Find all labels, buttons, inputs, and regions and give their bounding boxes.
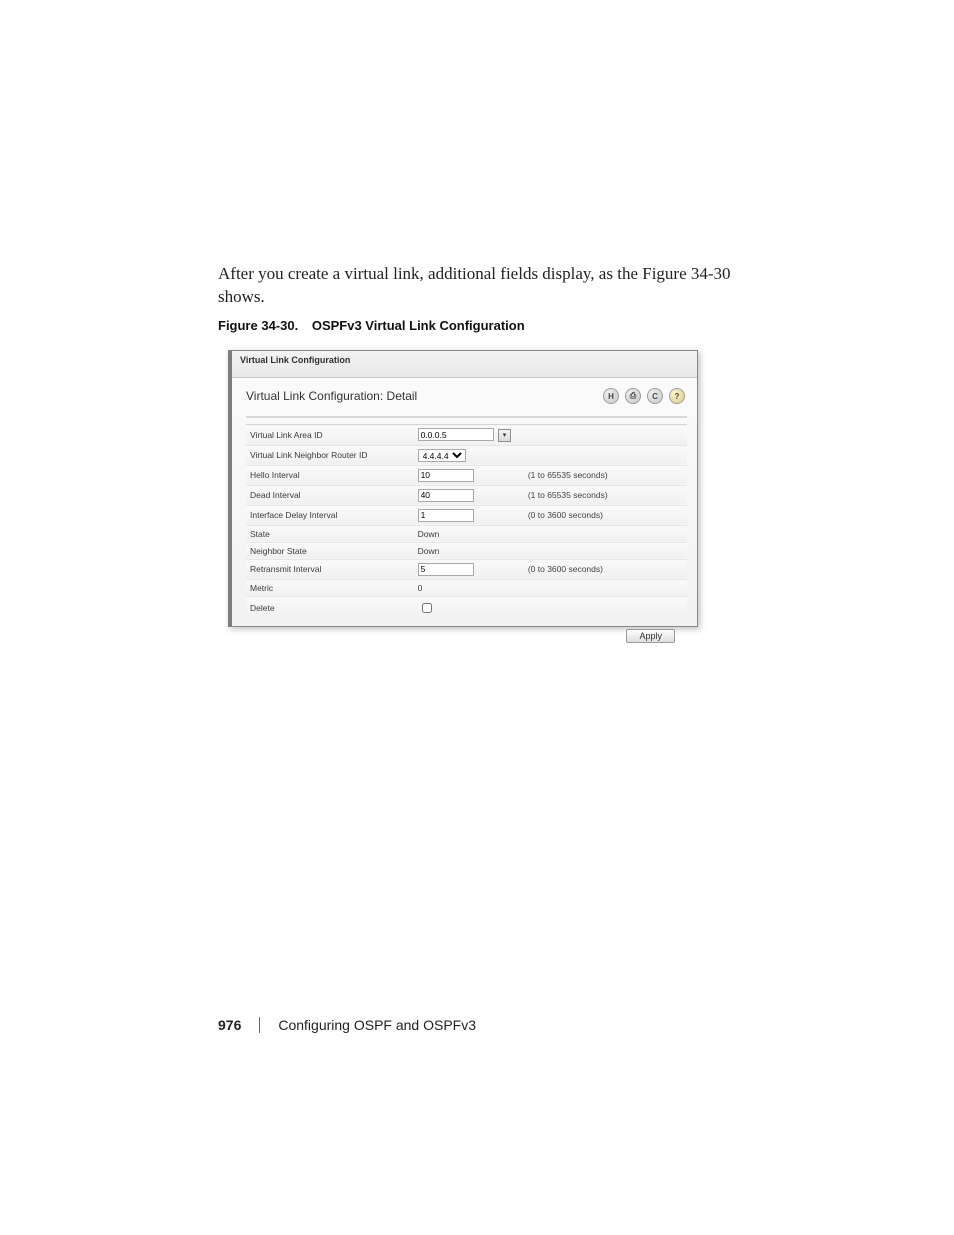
row-area-id: Virtual Link Area ID ▾ bbox=[246, 425, 687, 446]
hint-dead-interval: (1 to 65535 seconds) bbox=[524, 485, 687, 505]
row-neighbor-id: Virtual Link Neighbor Router ID 4.4.4.4 bbox=[246, 445, 687, 465]
detail-title: Virtual Link Configuration: Detail bbox=[246, 389, 417, 403]
config-panel: Virtual Link Configuration Virtual Link … bbox=[228, 350, 698, 627]
input-retransmit[interactable] bbox=[418, 563, 474, 576]
window-title: Virtual Link Configuration bbox=[232, 351, 697, 378]
label-iface-delay: Interface Delay Interval bbox=[246, 505, 414, 525]
row-dead-interval: Dead Interval (1 to 65535 seconds) bbox=[246, 485, 687, 505]
footer-section: Configuring OSPF and OSPFv3 bbox=[278, 1017, 476, 1033]
label-delete: Delete bbox=[246, 596, 414, 619]
input-iface-delay[interactable] bbox=[418, 509, 474, 522]
intro-line-1: After you create a virtual link, additio… bbox=[218, 264, 731, 283]
hint-retransmit: (0 to 3600 seconds) bbox=[524, 559, 687, 579]
value-state: Down bbox=[414, 525, 687, 542]
row-delete: Delete bbox=[246, 596, 687, 619]
label-dead-interval: Dead Interval bbox=[246, 485, 414, 505]
row-state: State Down bbox=[246, 525, 687, 542]
row-iface-delay: Interface Delay Interval (0 to 3600 seco… bbox=[246, 505, 687, 525]
row-neighbor-state: Neighbor State Down bbox=[246, 542, 687, 559]
row-metric: Metric 0 bbox=[246, 579, 687, 596]
value-metric: 0 bbox=[414, 579, 687, 596]
row-retransmit: Retransmit Interval (0 to 3600 seconds) bbox=[246, 559, 687, 579]
label-hello-interval: Hello Interval bbox=[246, 465, 414, 485]
page-number: 976 bbox=[218, 1017, 241, 1033]
input-dead-interval[interactable] bbox=[418, 489, 474, 502]
input-area-id[interactable] bbox=[418, 428, 494, 441]
row-hello-interval: Hello Interval (1 to 65535 seconds) bbox=[246, 465, 687, 485]
label-metric: Metric bbox=[246, 579, 414, 596]
save-icon[interactable]: H bbox=[603, 388, 619, 404]
figure-number: Figure 34-30. bbox=[218, 318, 298, 333]
apply-button[interactable]: Apply bbox=[626, 629, 675, 643]
label-neighbor-id: Virtual Link Neighbor Router ID bbox=[246, 445, 414, 465]
chevron-down-icon[interactable]: ▾ bbox=[498, 429, 511, 442]
config-form-table: Virtual Link Area ID ▾ Virtual Link Neig… bbox=[246, 424, 687, 619]
print-icon[interactable]: ⎙ bbox=[625, 388, 641, 404]
refresh-icon[interactable]: C bbox=[647, 388, 663, 404]
intro-line-2: shows. bbox=[218, 287, 265, 306]
help-icon[interactable]: ? bbox=[669, 388, 685, 404]
detail-header: Virtual Link Configuration: Detail H ⎙ C… bbox=[232, 378, 697, 412]
label-state: State bbox=[246, 525, 414, 542]
hint-hello-interval: (1 to 65535 seconds) bbox=[524, 465, 687, 485]
footer-divider bbox=[259, 1017, 260, 1033]
hint-iface-delay: (0 to 3600 seconds) bbox=[524, 505, 687, 525]
label-area-id: Virtual Link Area ID bbox=[246, 425, 414, 446]
label-retransmit: Retransmit Interval bbox=[246, 559, 414, 579]
value-neighbor-state: Down bbox=[414, 542, 687, 559]
checkbox-delete[interactable] bbox=[422, 603, 432, 613]
label-neighbor-state: Neighbor State bbox=[246, 542, 414, 559]
select-neighbor-id[interactable]: 4.4.4.4 bbox=[418, 449, 466, 462]
input-hello-interval[interactable] bbox=[418, 469, 474, 482]
figure-title: OSPFv3 Virtual Link Configuration bbox=[312, 318, 525, 333]
